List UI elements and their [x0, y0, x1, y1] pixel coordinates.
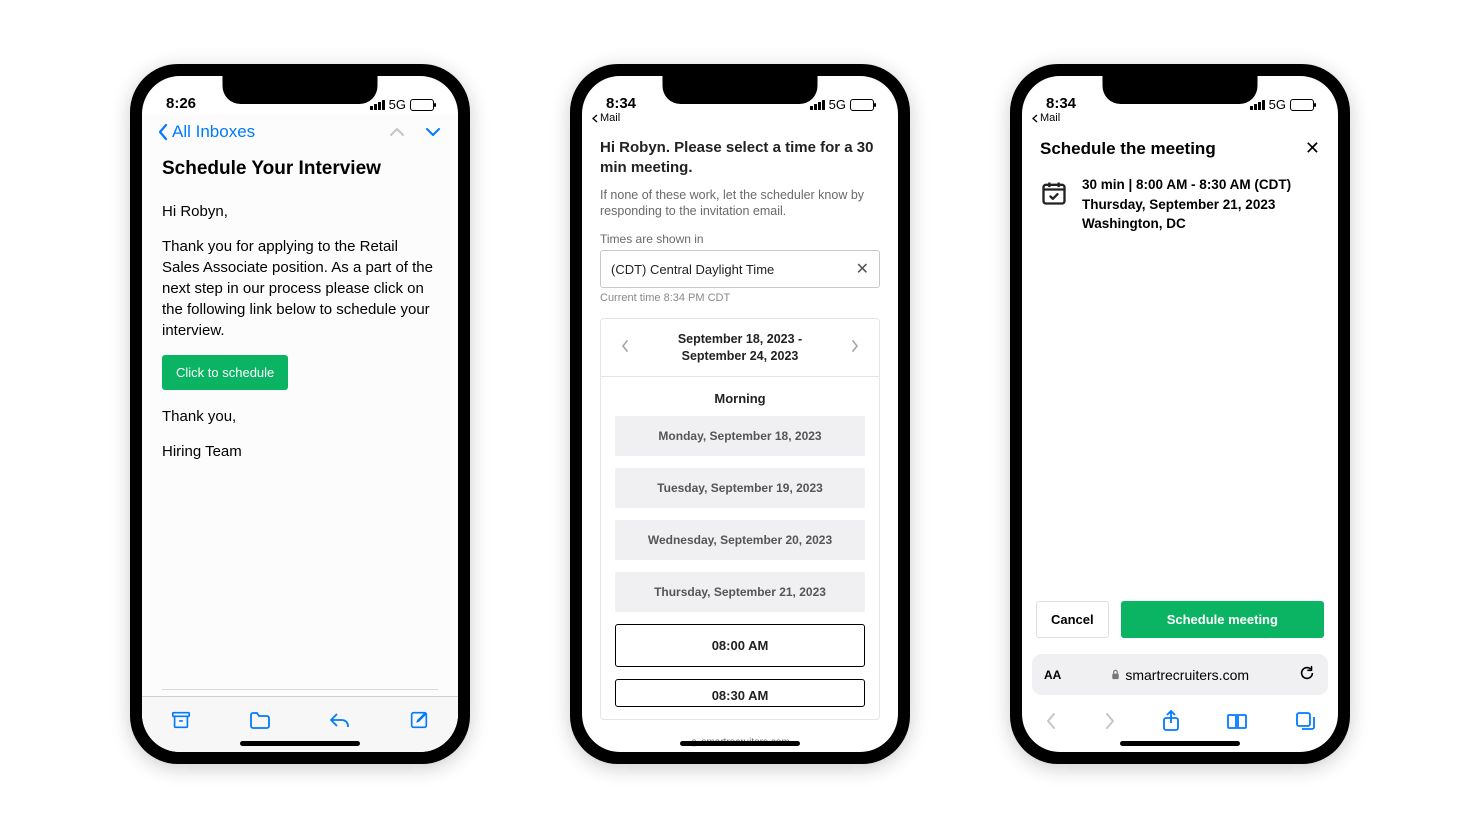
week-range: September 18, 2023 - September 24, 2023 [635, 331, 845, 364]
tabs-icon[interactable] [1294, 710, 1316, 737]
divider [162, 689, 438, 690]
back-to-mail[interactable]: Mail [582, 112, 898, 124]
compose-icon[interactable] [408, 709, 430, 736]
phone-mockup-2: 8:34 5G Mail Hi Robyn. Please select a t… [570, 64, 910, 764]
bookmarks-icon[interactable] [1225, 711, 1249, 736]
week-range-line2: September 24, 2023 [682, 349, 799, 363]
screen-3: 8:34 5G Mail Schedule the meeting ✕ 30 m… [1022, 76, 1338, 752]
chevron-left-icon [158, 123, 168, 141]
close-icon[interactable]: ✕ [856, 259, 869, 279]
mail-thanks: Thank you, [162, 406, 438, 427]
network-label: 5G [829, 97, 846, 112]
status-time: 8:26 [166, 95, 196, 112]
mail-nav-bar: All Inboxes [142, 114, 458, 150]
section-morning-label: Morning [601, 377, 879, 416]
screen-1: 8:26 5G All Inboxes Schedule Your Interv… [142, 76, 458, 752]
meeting-summary: 30 min | 8:00 AM - 8:30 AM (CDT) Thursda… [1022, 169, 1338, 240]
status-right: 5G [370, 97, 434, 112]
cancel-button[interactable]: Cancel [1036, 601, 1109, 638]
status-right: 5G [810, 97, 874, 112]
meeting-line3: Washington, DC [1082, 214, 1291, 234]
back-label: All Inboxes [172, 122, 255, 142]
reply-icon[interactable] [328, 709, 352, 736]
day-option[interactable]: Thursday, September 21, 2023 [615, 572, 865, 612]
back-to-mail[interactable]: Mail [1022, 112, 1338, 124]
notch [1103, 76, 1258, 104]
day-option[interactable]: Tuesday, September 19, 2023 [615, 468, 865, 508]
next-week-button[interactable] [845, 336, 865, 359]
mail-greeting: Hi Robyn, [162, 201, 438, 222]
notch [663, 76, 818, 104]
folder-icon[interactable] [248, 709, 272, 736]
day-option[interactable]: Monday, September 18, 2023 [615, 416, 865, 456]
scheduler-title: Hi Robyn. Please select a time for a 30 … [600, 138, 880, 179]
network-label: 5G [389, 97, 406, 112]
phone-mockup-3: 8:34 5G Mail Schedule the meeting ✕ 30 m… [1010, 64, 1350, 764]
text-size-button[interactable]: AA [1044, 668, 1061, 682]
meeting-line2: Thursday, September 21, 2023 [1082, 195, 1291, 215]
battery-icon [850, 99, 874, 111]
archive-icon[interactable] [170, 709, 192, 736]
network-label: 5G [1269, 97, 1286, 112]
lock-icon [1110, 669, 1121, 680]
current-time-label: Current time 8:34 PM CDT [600, 292, 880, 304]
time-slot[interactable]: 08:00 AM [615, 624, 865, 667]
chevron-down-icon[interactable] [424, 123, 442, 141]
chevron-up-icon[interactable] [388, 123, 406, 141]
home-indicator[interactable] [1120, 741, 1240, 746]
calendar-check-icon [1040, 179, 1068, 207]
close-icon[interactable]: ✕ [1305, 138, 1320, 159]
time-slot[interactable]: 08:30 AM [615, 679, 865, 707]
day-option[interactable]: Wednesday, September 20, 2023 [615, 520, 865, 560]
signal-icon [810, 100, 825, 110]
timezone-value: (CDT) Central Daylight Time [611, 262, 774, 277]
back-icon[interactable] [1044, 711, 1058, 736]
back-app-label: Mail [600, 112, 620, 124]
status-time: 8:34 [1046, 95, 1076, 112]
meeting-line1: 30 min | 8:00 AM - 8:30 AM (CDT) [1082, 175, 1291, 195]
week-range-line1: September 18, 2023 - [678, 332, 802, 346]
status-right: 5G [1250, 97, 1314, 112]
home-indicator[interactable] [240, 741, 360, 746]
battery-icon [410, 99, 434, 111]
prev-week-button[interactable] [615, 336, 635, 359]
timezone-select[interactable]: (CDT) Central Daylight Time ✕ [600, 250, 880, 288]
mail-body: Schedule Your Interview Hi Robyn, Thank … [142, 150, 458, 752]
schedule-meeting-button[interactable]: Schedule meeting [1121, 601, 1324, 638]
signal-icon [370, 100, 385, 110]
mail-subject: Schedule Your Interview [162, 156, 438, 183]
click-to-schedule-button[interactable]: Click to schedule [162, 355, 288, 390]
schedule-heading: Schedule the meeting [1040, 139, 1216, 159]
status-time: 8:34 [606, 95, 636, 112]
mail-signoff: Hiring Team [162, 441, 438, 462]
screen-2: 8:34 5G Mail Hi Robyn. Please select a t… [582, 76, 898, 752]
forward-icon[interactable] [1103, 711, 1117, 736]
home-indicator[interactable] [680, 741, 800, 746]
notch [223, 76, 378, 104]
scheduler-subtitle: If none of these work, let the scheduler… [600, 187, 880, 221]
signal-icon [1250, 100, 1265, 110]
back-all-inboxes[interactable]: All Inboxes [158, 122, 255, 142]
timezone-label: Times are shown in [600, 232, 880, 246]
share-icon[interactable] [1161, 709, 1181, 738]
reload-icon[interactable] [1298, 664, 1316, 685]
url-text: smartrecruiters.com [1125, 667, 1249, 683]
week-selector: September 18, 2023 - September 24, 2023 … [600, 318, 880, 720]
safari-url-bar[interactable]: AA smartrecruiters.com [1032, 654, 1328, 695]
mail-paragraph: Thank you for applying to the Retail Sal… [162, 236, 438, 341]
battery-icon [1290, 99, 1314, 111]
phone-mockup-1: 8:26 5G All Inboxes Schedule Your Interv… [130, 64, 470, 764]
back-app-label: Mail [1040, 112, 1060, 124]
